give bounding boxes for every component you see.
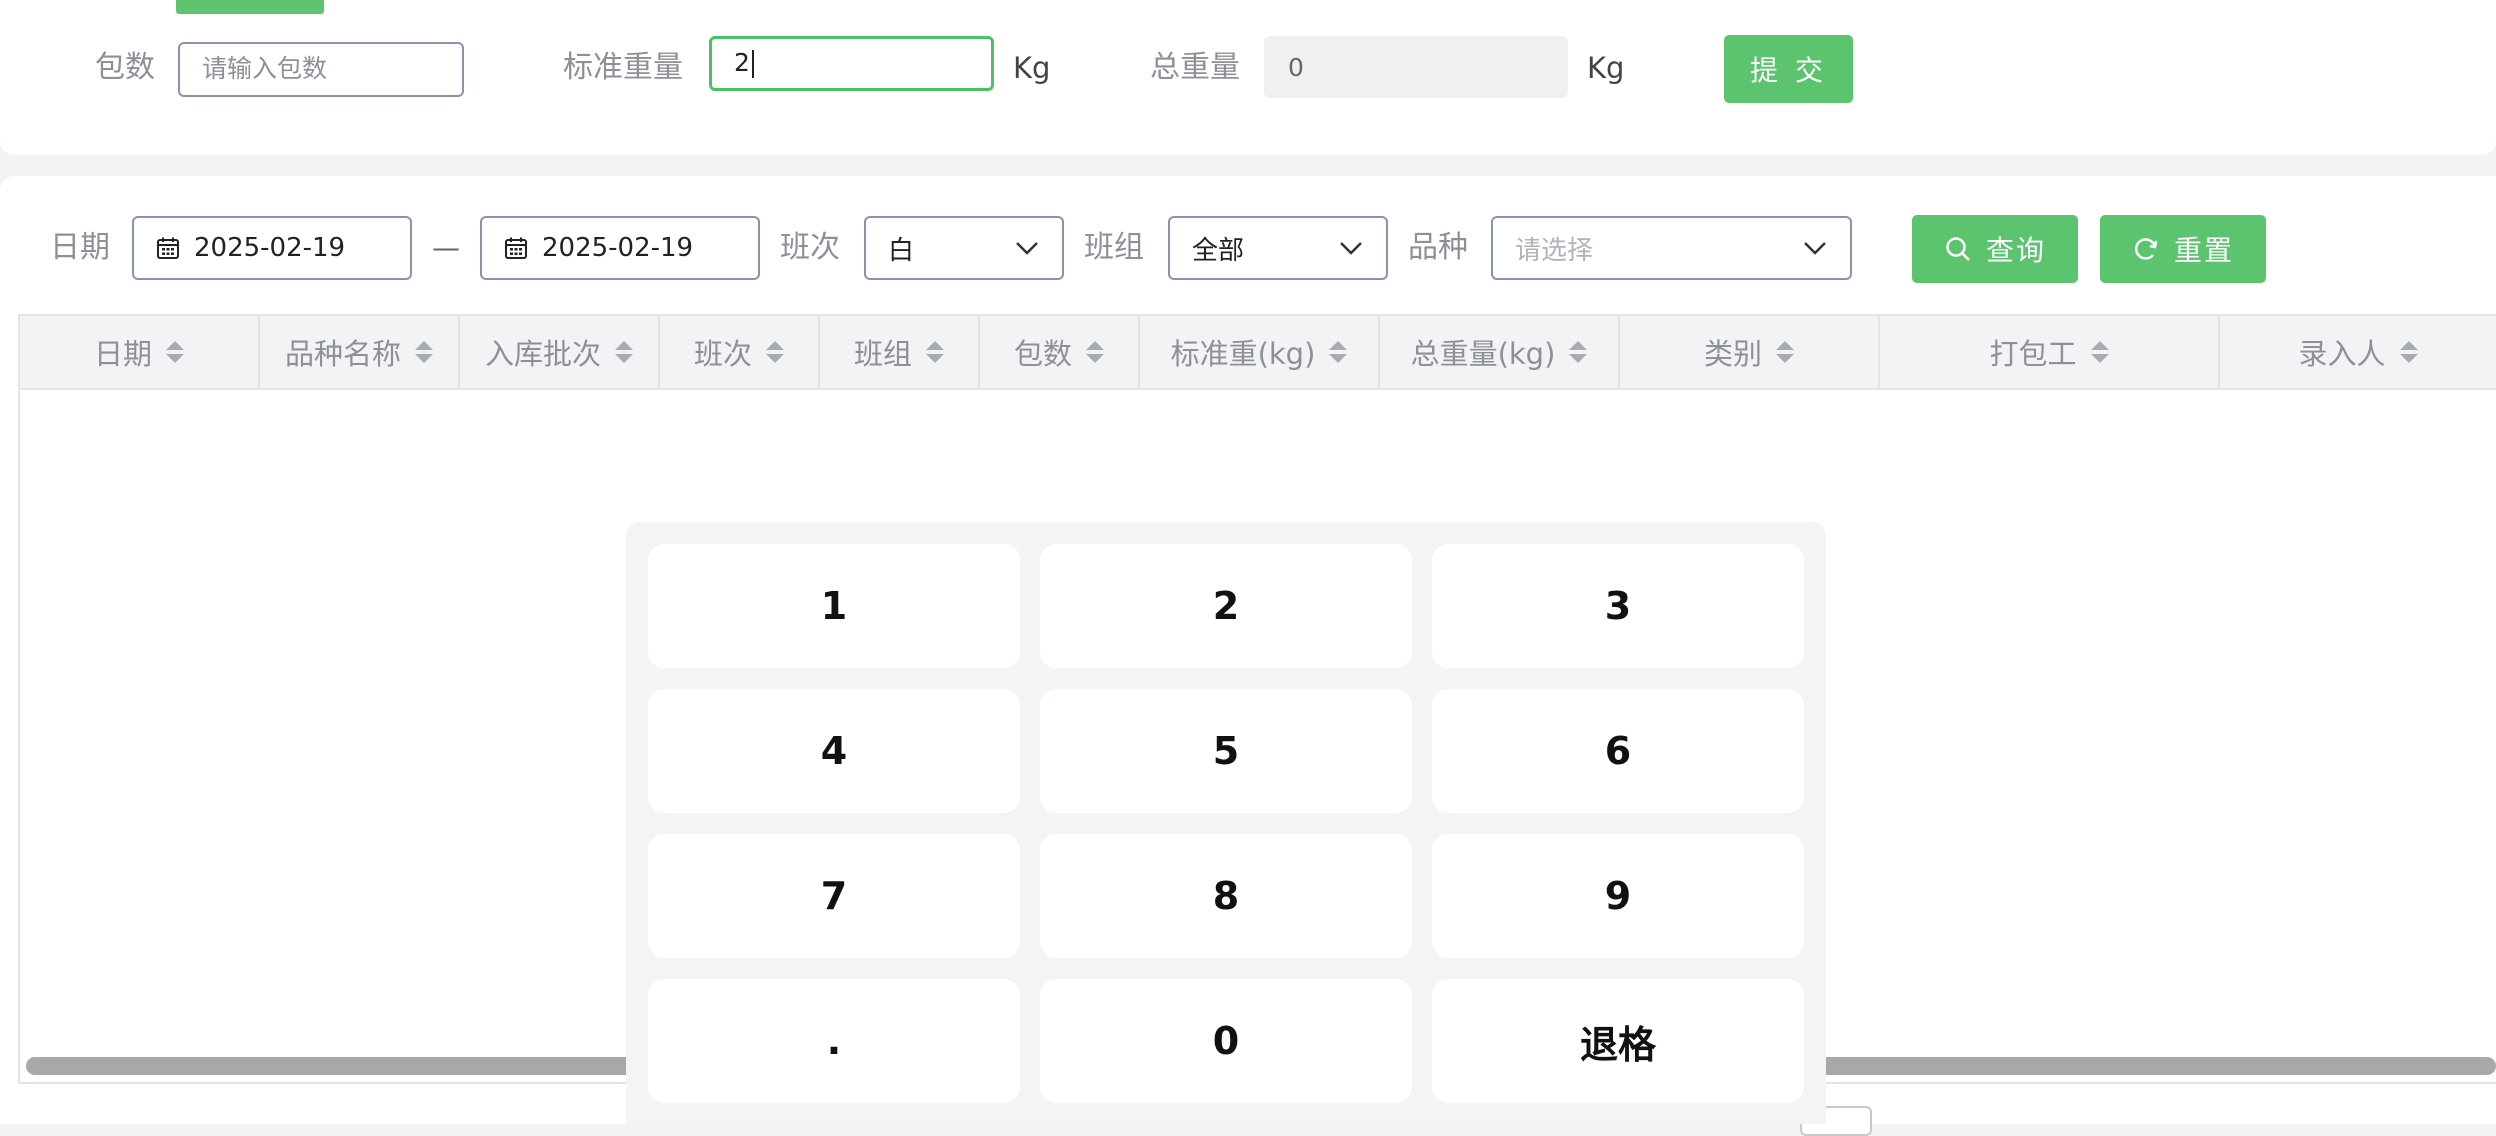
std-weight-label: 标准重量 (563, 50, 683, 85)
sort-icon (166, 341, 184, 363)
keypad-key-9[interactable]: 9 (1432, 834, 1804, 958)
std-weight-unit: Kg (1013, 51, 1051, 85)
total-weight-unit: Kg (1587, 51, 1625, 85)
refresh-icon (2134, 238, 2158, 260)
total-weight-input: 0 (1264, 36, 1568, 98)
sort-icon (2399, 341, 2418, 363)
column-header-packer[interactable]: 打包工 (1880, 316, 2220, 388)
query-button[interactable]: 查询 (1912, 215, 2078, 283)
keypad-key-2[interactable]: 2 (1040, 544, 1412, 668)
keypad-key-6[interactable]: 6 (1432, 689, 1804, 813)
submit-label: 提 交 (1750, 54, 1827, 87)
date-start-value: 2025-02-19 (194, 233, 346, 263)
reset-label: 重置 (2173, 234, 2234, 267)
keypad-key-5[interactable]: 5 (1040, 689, 1412, 813)
keypad-key-8[interactable]: 8 (1040, 834, 1412, 958)
column-header-team[interactable]: 班组 (820, 316, 980, 388)
submit-button[interactable]: 提 交 (1724, 35, 1853, 103)
sort-icon (1569, 341, 1588, 363)
chevron-down-icon (1340, 242, 1362, 255)
variety-select[interactable]: 请选择 (1491, 216, 1852, 280)
chevron-down-icon (1804, 242, 1826, 255)
date-end-picker[interactable]: 2025-02-19 (480, 216, 760, 280)
std-weight-value: 2 (734, 48, 750, 77)
std-weight-input[interactable]: 2 (709, 36, 994, 91)
numeric-keypad: 1 2 3 4 5 6 7 8 9 . 0 退格 (626, 522, 1826, 1124)
column-header-batch[interactable]: 入库批次 (460, 316, 660, 388)
query-label: 查询 (1985, 234, 2046, 267)
sort-icon (415, 341, 433, 363)
table-header-row: 日期 品种名称 入库批次 班次 班组 包数 标准重(kg) 总重量(kg) 类别… (20, 316, 2496, 390)
column-header-shift[interactable]: 班次 (660, 316, 820, 388)
reset-button[interactable]: 重置 (2100, 215, 2266, 283)
variety-label: 品种 (1408, 230, 1468, 265)
date-range-separator: — (432, 231, 460, 264)
shift-select[interactable]: 白 (864, 216, 1064, 280)
column-header-packages[interactable]: 包数 (980, 316, 1140, 388)
column-header-date[interactable]: 日期 (20, 316, 260, 388)
sort-icon (2090, 341, 2109, 363)
keypad-key-decimal[interactable]: . (648, 979, 1020, 1103)
keypad-key-1[interactable]: 1 (648, 544, 1020, 668)
calendar-icon (505, 237, 527, 259)
column-header-entered-by[interactable]: 录入人 (2220, 316, 2496, 388)
keypad-key-0[interactable]: 0 (1040, 979, 1412, 1103)
sort-icon (1776, 341, 1794, 363)
team-label: 班组 (1084, 230, 1144, 265)
date-start-picker[interactable]: 2025-02-19 (132, 216, 412, 280)
sort-icon (1329, 341, 1348, 363)
green-tab-stub[interactable] (176, 0, 324, 14)
sort-icon (926, 341, 944, 363)
team-value: 全部 (1192, 235, 1245, 266)
variety-placeholder: 请选择 (1515, 235, 1594, 266)
shift-label: 班次 (780, 230, 840, 265)
date-end-value: 2025-02-19 (542, 233, 694, 263)
keypad-key-backspace[interactable]: 退格 (1432, 979, 1804, 1103)
column-header-std-weight[interactable]: 标准重(kg) (1140, 316, 1380, 388)
calendar-icon (157, 237, 179, 259)
shift-value: 白 (888, 235, 915, 266)
packages-label: 包数 (95, 50, 155, 85)
text-caret (751, 50, 754, 78)
column-header-category[interactable]: 类别 (1620, 316, 1880, 388)
date-label: 日期 (50, 230, 110, 265)
team-select[interactable]: 全部 (1168, 216, 1388, 280)
keypad-key-7[interactable]: 7 (648, 834, 1020, 958)
column-header-variety-name[interactable]: 品种名称 (260, 316, 460, 388)
sort-icon (766, 341, 784, 363)
packages-input[interactable]: 请输入包数 (178, 42, 464, 97)
total-weight-label: 总重量 (1150, 50, 1240, 85)
sort-icon (1086, 341, 1104, 363)
search-icon (1946, 237, 1970, 261)
keypad-key-4[interactable]: 4 (648, 689, 1020, 813)
chevron-down-icon (1016, 242, 1038, 255)
sort-icon (615, 341, 633, 363)
column-header-total-weight[interactable]: 总重量(kg) (1380, 316, 1620, 388)
keypad-key-3[interactable]: 3 (1432, 544, 1804, 668)
